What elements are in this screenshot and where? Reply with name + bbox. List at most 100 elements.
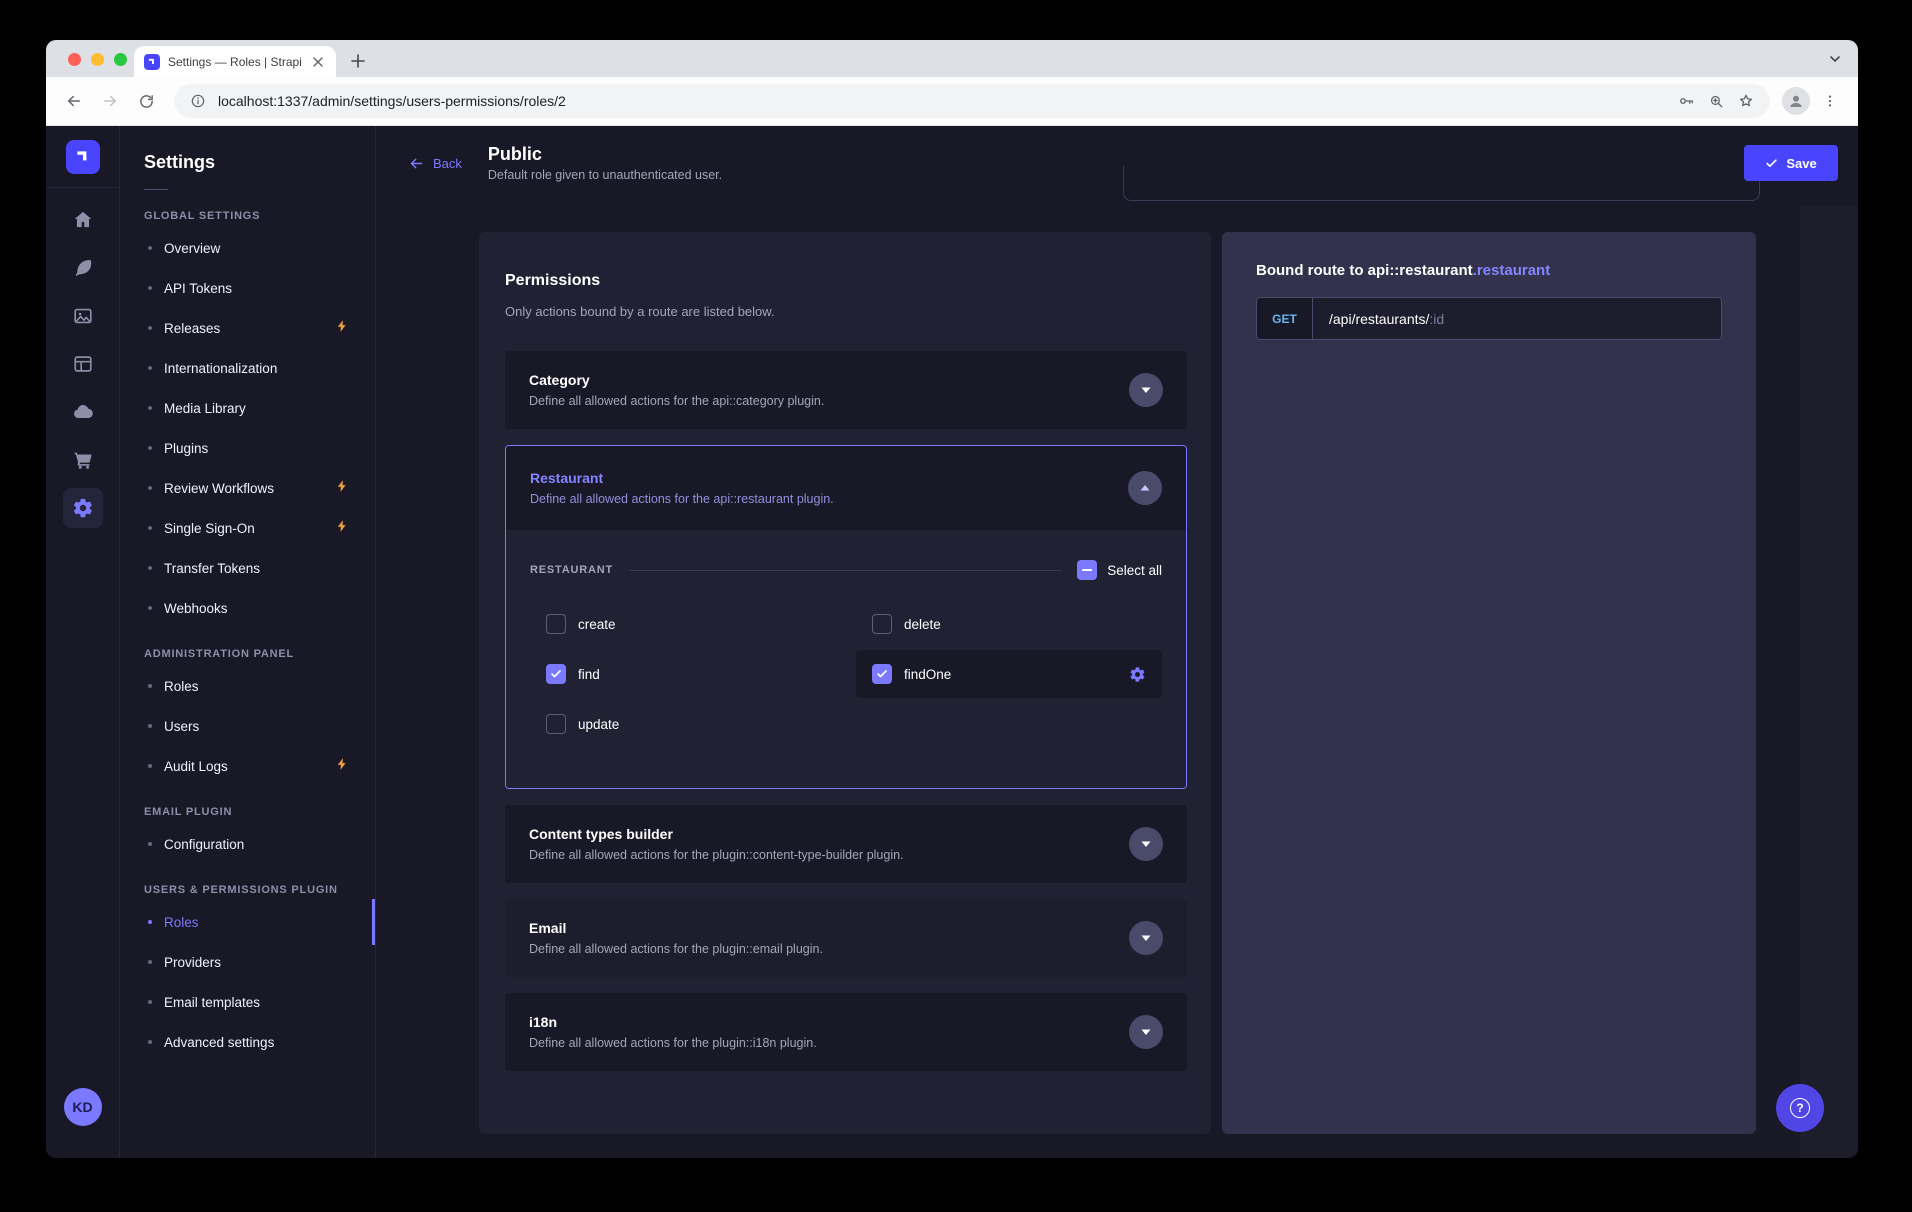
marketplace-cart-icon[interactable] [63,440,103,480]
back-link[interactable]: Back [408,155,462,172]
password-key-icon[interactable] [1676,91,1696,111]
fullscreen-window-button[interactable] [114,53,127,66]
bullet-icon [148,486,152,490]
strapi-logo-icon[interactable] [66,140,100,174]
sidebar-item-audit-logs[interactable]: Audit Logs [144,746,351,786]
chevron-up-icon[interactable] [1128,471,1162,505]
sidebar-item-configuration[interactable]: Configuration [144,824,351,864]
sidebar-item-single-sign-on[interactable]: Single Sign-On [144,508,351,548]
url-text[interactable]: localhost:1337/admin/settings/users-perm… [218,93,1666,109]
permission-delete[interactable]: delete [856,600,1162,648]
save-button[interactable]: Save [1744,145,1838,181]
settings-title: Settings [144,152,351,173]
bullet-icon [148,1000,152,1004]
sidebar-item-transfer-tokens[interactable]: Transfer Tokens [144,548,351,588]
bookmark-star-icon[interactable] [1736,91,1756,111]
bound-route-panel: Bound route to api::restaurant.restauran… [1222,232,1756,1134]
sidebar-divider [144,189,168,190]
permission-create[interactable]: create [530,600,836,648]
sidebar-item-up-roles[interactable]: Roles [144,902,351,942]
zoom-in-icon[interactable] [1706,91,1726,111]
role-title-block: Public Default role given to unauthentic… [488,144,722,182]
accordion-title: i18n [529,1014,1129,1030]
rail-divider [46,187,120,188]
sidebar-item-email-templates[interactable]: Email templates [144,982,351,1022]
window-controls [68,53,127,66]
checkbox-unchecked-icon[interactable] [872,614,892,634]
accordion-restaurant-header[interactable]: Restaurant Define all allowed actions fo… [506,446,1186,530]
sidebar-item-providers[interactable]: Providers [144,942,351,982]
scrollbar-gutter[interactable] [1800,206,1858,1158]
section-administration-panel: ADMINISTRATION PANEL [144,648,351,660]
chevron-down-icon[interactable] [1129,827,1163,861]
restaurant-group-row: RESTAURANT Select all [530,560,1162,580]
sidebar-item-admin-roles[interactable]: Roles [144,666,351,706]
browser-profile-avatar[interactable] [1782,87,1810,115]
sidebar-item-review-workflows[interactable]: Review Workflows [144,468,351,508]
accordion-category[interactable]: Category Define all allowed actions for … [505,351,1187,429]
bound-route-highlight: .restaurant [1473,262,1551,279]
checkbox-unchecked-icon[interactable] [546,714,566,734]
select-all-checkbox[interactable]: Select all [1077,560,1162,580]
bullet-icon [148,724,152,728]
accordion-i18n[interactable]: i18n Define all allowed actions for the … [505,993,1187,1071]
help-button[interactable]: ? [1776,1084,1824,1132]
checkbox-unchecked-icon[interactable] [546,614,566,634]
accordion-description: Define all allowed actions for the plugi… [529,942,1129,956]
question-mark-icon: ? [1790,1098,1810,1118]
permissions-panel: Permissions Only actions bound by a rout… [479,232,1211,1134]
url-bar[interactable]: localhost:1337/admin/settings/users-perm… [174,84,1770,118]
new-tab-button[interactable] [344,47,372,75]
forward-navigation-icon[interactable] [94,85,126,117]
accordion-content-types-builder[interactable]: Content types builder Define all allowed… [505,805,1187,883]
sidebar-item-internationalization[interactable]: Internationalization [144,348,351,388]
sidebar-item-advanced-settings[interactable]: Advanced settings [144,1022,351,1062]
sidebar-item-media-library[interactable]: Media Library [144,388,351,428]
chevron-down-icon[interactable] [1129,373,1163,407]
sidebar-item-webhooks[interactable]: Webhooks [144,588,351,628]
content-type-builder-layout-icon[interactable] [63,344,103,384]
browser-tab[interactable]: Settings — Roles | Strapi [134,46,336,77]
sidebar-item-releases[interactable]: Releases [144,308,351,348]
reload-icon[interactable] [130,85,162,117]
home-icon[interactable] [63,200,103,240]
user-avatar[interactable]: KD [64,1088,102,1126]
sidebar-item-plugins[interactable]: Plugins [144,428,351,468]
accordion-title: Content types builder [529,826,1129,842]
site-info-icon[interactable] [188,91,208,111]
close-window-button[interactable] [68,53,81,66]
permission-update[interactable]: update [530,700,836,748]
content-manager-feather-icon[interactable] [63,248,103,288]
bullet-icon [148,842,152,846]
media-library-images-icon[interactable] [63,296,103,336]
indeterminate-checkbox-icon[interactable] [1077,560,1097,580]
accordion-list: Category Define all allowed actions for … [505,351,1187,1071]
bullet-icon [148,286,152,290]
chevron-down-icon[interactable] [1129,1015,1163,1049]
bullet-icon [148,366,152,370]
checkbox-checked-icon[interactable] [546,664,566,684]
minimize-window-button[interactable] [91,53,104,66]
tab-title: Settings — Roles | Strapi [168,55,302,69]
chevron-down-icon[interactable] [1129,921,1163,955]
sidebar-item-users[interactable]: Users [144,706,351,746]
tab-close-icon[interactable] [310,54,326,70]
cloud-deploy-icon[interactable] [63,392,103,432]
sidebar-item-api-tokens[interactable]: API Tokens [144,268,351,308]
tab-search-chevron-icon[interactable] [1826,50,1844,68]
sidebar-item-overview[interactable]: Overview [144,228,351,268]
browser-menu-dots-icon[interactable] [1814,85,1846,117]
settings-sidebar: Settings GLOBAL SETTINGS Overview API To… [120,126,376,1158]
bullet-icon [148,566,152,570]
back-navigation-icon[interactable] [58,85,90,117]
settings-gear-icon[interactable] [63,488,103,528]
advanced-settings-gear-icon[interactable] [1129,666,1146,683]
accordion-email[interactable]: Email Define all allowed actions for the… [505,899,1187,977]
page-title: Public [488,144,722,165]
section-global-settings: GLOBAL SETTINGS [144,210,351,222]
browser-window: Settings — Roles | Strapi [46,40,1858,1158]
permission-find[interactable]: find [530,650,836,698]
permission-findone[interactable]: findOne [856,650,1162,698]
checkbox-checked-icon[interactable] [872,664,892,684]
bullet-icon [148,326,152,330]
